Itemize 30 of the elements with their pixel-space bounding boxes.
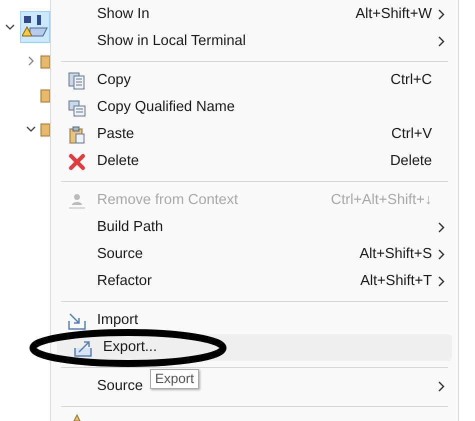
menu-item[interactable]: Show In bbox=[97, 4, 150, 26]
menu-item[interactable]: Copy bbox=[97, 70, 131, 92]
project-icon[interactable] bbox=[20, 11, 50, 43]
menu-item[interactable]: Source bbox=[97, 244, 143, 266]
chevron-down-icon[interactable] bbox=[26, 124, 36, 134]
menu-item[interactable]: Refactor bbox=[97, 270, 152, 292]
shortcut-text: Ctrl+C bbox=[390, 70, 432, 90]
chevron-down-icon[interactable] bbox=[5, 22, 15, 32]
menu-item[interactable]: Copy Qualified Name bbox=[97, 96, 235, 118]
tooltip: Export bbox=[150, 369, 200, 389]
person-icon bbox=[68, 192, 86, 210]
copy-icon bbox=[68, 98, 86, 116]
import-icon bbox=[68, 312, 86, 330]
copy-icon bbox=[68, 72, 86, 90]
menu-item[interactable]: Build Path bbox=[97, 216, 164, 238]
clipboard-icon bbox=[68, 126, 86, 144]
menu-item[interactable]: Source bbox=[97, 376, 143, 398]
delete-icon bbox=[68, 152, 86, 170]
menu-item[interactable]: Paste bbox=[97, 124, 134, 146]
shortcut-text: Ctrl+V bbox=[391, 124, 432, 144]
menu-item[interactable]: Delete bbox=[97, 150, 139, 172]
menu-item[interactable]: Show in Local Terminal bbox=[97, 30, 246, 52]
chevron-right-icon[interactable] bbox=[26, 56, 36, 66]
shortcut-text: Alt+Shift+W bbox=[355, 4, 432, 24]
export-icon bbox=[74, 338, 92, 356]
shortcut-text: Delete bbox=[390, 152, 432, 171]
menu-item[interactable]: Import bbox=[97, 310, 138, 332]
shortcut-text: Alt+Shift+S bbox=[359, 244, 432, 264]
shortcut-text: Ctrl+Alt+Shift+↓ bbox=[330, 190, 432, 210]
shortcut-text: Alt+Shift+T bbox=[360, 272, 432, 291]
